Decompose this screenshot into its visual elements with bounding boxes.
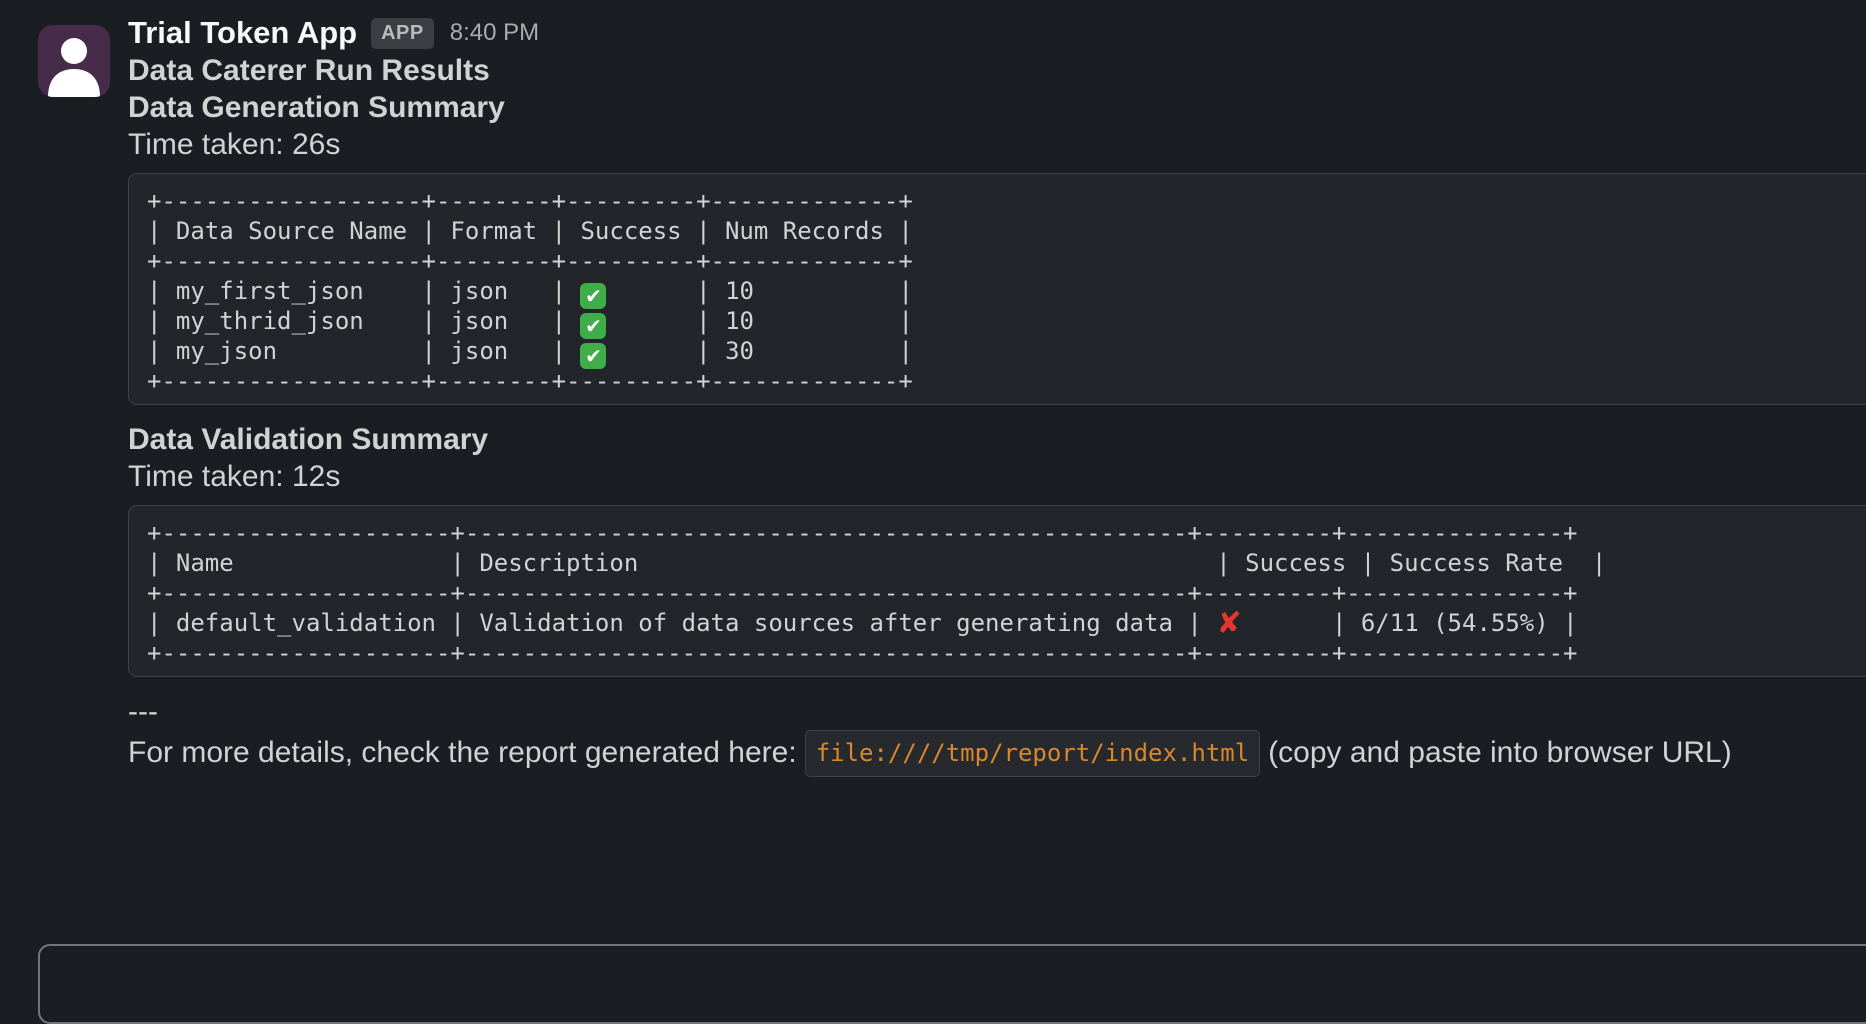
slack-message-pane: { "message": { "sender": { "name": "Tria… xyxy=(0,0,1866,950)
code-line: | my_json | json | ✔ | 30 | xyxy=(147,336,1866,366)
app-avatar[interactable] xyxy=(38,25,110,97)
code-line: +------------------+--------+---------+-… xyxy=(147,366,1866,396)
code-line: +--------------------+------------------… xyxy=(147,638,1866,668)
failure-cross-icon: ✘ xyxy=(1216,611,1242,637)
message-header: Trial Token App APP 8:40 PM xyxy=(128,14,1866,52)
bot-message: Trial Token App APP 8:40 PM Data Caterer… xyxy=(0,0,1866,777)
generation-heading: Data Generation Summary xyxy=(128,89,1866,126)
report-footer: For more details, check the report gener… xyxy=(128,730,1866,777)
generation-time-taken: Time taken: 26s xyxy=(128,126,1866,163)
footer-suffix-text: (copy and paste into browser URL) xyxy=(1268,736,1732,769)
validation-heading: Data Validation Summary xyxy=(128,421,1866,458)
code-line: | Name | Description | Success | Success… xyxy=(147,548,1866,578)
message-composer[interactable] xyxy=(38,944,1866,1024)
code-line: | default_validation | Validation of dat… xyxy=(147,608,1866,638)
text-divider: --- xyxy=(128,693,1866,730)
app-name[interactable]: Trial Token App xyxy=(128,15,357,51)
user-silhouette-icon xyxy=(38,84,110,97)
validation-time-taken: Time taken: 12s xyxy=(128,458,1866,495)
code-line: | my_first_json | json | ✔ | 10 | xyxy=(147,276,1866,306)
app-badge: APP xyxy=(371,18,434,49)
code-line: +------------------+--------+---------+-… xyxy=(147,186,1866,216)
validation-table-code-block: +--------------------+------------------… xyxy=(128,505,1866,677)
message-title: Data Caterer Run Results xyxy=(128,52,1866,89)
code-line: +--------------------+------------------… xyxy=(147,578,1866,608)
report-path-code: file:////tmp/report/index.html xyxy=(805,730,1260,777)
code-line: | Data Source Name | Format | Success | … xyxy=(147,216,1866,246)
code-line: | my_thrid_json | json | ✔ | 10 | xyxy=(147,306,1866,336)
code-line: +--------------------+------------------… xyxy=(147,518,1866,548)
footer-prefix-text: For more details, check the report gener… xyxy=(128,736,797,769)
message-timestamp[interactable]: 8:40 PM xyxy=(450,19,539,47)
generation-table-code-block: +------------------+--------+---------+-… xyxy=(128,173,1866,405)
code-line: +------------------+--------+---------+-… xyxy=(147,246,1866,276)
